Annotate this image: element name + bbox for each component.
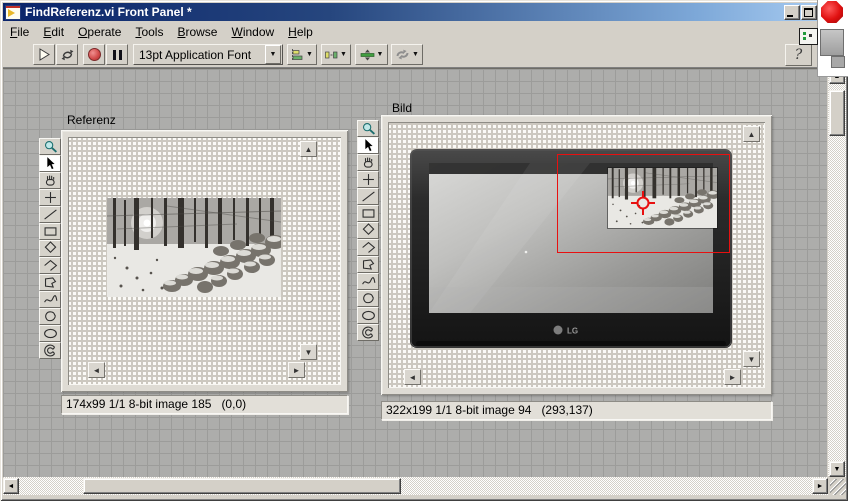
run-continuously-icon <box>60 48 75 62</box>
oval-tool-button[interactable] <box>39 325 61 342</box>
labview-app-icon <box>5 5 21 20</box>
polyline-tool-button[interactable] <box>357 239 379 256</box>
bild-image-display: LG ▲ ▼ <box>381 115 772 395</box>
chevron-down-icon: ▼ <box>340 51 347 58</box>
horizontal-scroll-thumb[interactable] <box>83 478 401 494</box>
bild-status-bar: 322x199 1/1 8-bit image 94 (293,137) <box>381 401 772 420</box>
distribute-objects-icon <box>325 49 338 61</box>
referenz-image-display: ▲ ▼ ◄ ► <box>61 130 348 392</box>
referenz-status-bar: 174x99 1/1 8-bit image 185 (0,0) <box>61 395 348 414</box>
vertical-scroll-thumb[interactable] <box>829 90 845 136</box>
chevron-down-icon: ▼ <box>377 51 384 58</box>
pause-icon <box>113 50 116 60</box>
menu-edit[interactable]: Edit <box>36 23 71 41</box>
annulus-tool-button[interactable] <box>357 324 379 341</box>
align-objects-button[interactable]: ▼ <box>287 44 317 65</box>
reorder-button[interactable]: ▼ <box>391 44 423 65</box>
rectangle-tool-button[interactable] <box>39 223 61 240</box>
title-bar[interactable]: FindReferenz.vi Front Panel * <box>3 3 819 21</box>
referenz-image <box>107 198 281 297</box>
freehand-line-tool-button[interactable] <box>39 291 61 308</box>
maximize-button[interactable] <box>801 5 817 20</box>
selection-tool-button[interactable] <box>357 137 379 154</box>
chevron-down-icon[interactable]: ▼ <box>265 45 281 64</box>
menu-help[interactable]: Help <box>281 23 320 41</box>
scroll-down-button[interactable]: ▼ <box>743 351 760 367</box>
line-tool-button[interactable] <box>357 188 379 205</box>
help-button[interactable]: ? <box>785 44 812 66</box>
zoom-tool-button[interactable] <box>357 120 379 137</box>
window-resize-grip[interactable] <box>828 477 846 495</box>
pan-tool-button[interactable] <box>39 172 61 189</box>
abort-icon <box>88 48 101 61</box>
scroll-right-button[interactable]: ► <box>724 369 741 385</box>
chevron-down-icon: ▼ <box>412 51 419 58</box>
tv-brand-text: LG <box>567 327 578 336</box>
resize-objects-button[interactable]: ▼ <box>355 44 388 65</box>
bild-viewport[interactable]: LG ▲ ▼ <box>388 122 765 388</box>
scroll-left-button[interactable]: ◄ <box>88 362 105 378</box>
window-vertical-scrollbar[interactable]: ▲ ▼ <box>828 68 846 477</box>
menu-bar: FileEditOperateToolsBrowseWindowHelp <box>3 22 819 42</box>
menu-window[interactable]: Window <box>224 23 281 41</box>
freehand-region-tool-button[interactable] <box>39 308 61 325</box>
recorder-secondary-button[interactable] <box>831 56 845 68</box>
window-horizontal-scrollbar[interactable]: ◄ ► <box>3 477 828 495</box>
front-panel-workspace: Referenz ▲ ▼ ◄ ► 174x99 1/1 8-bit image … <box>3 68 827 478</box>
freehand-region-tool-button[interactable] <box>357 290 379 307</box>
reorder-icon <box>395 48 410 61</box>
window-title: FindReferenz.vi Front Panel * <box>25 5 783 19</box>
scroll-left-button[interactable]: ◄ <box>404 369 421 385</box>
annulus-tool-button[interactable] <box>39 342 61 359</box>
polygon-tool-button[interactable] <box>39 274 61 291</box>
font-selector[interactable]: 13pt Application Font ▼ <box>133 44 283 65</box>
menu-tools[interactable]: Tools <box>128 23 170 41</box>
menu-file[interactable]: File <box>3 23 36 41</box>
referenz-viewport[interactable]: ▲ ▼ ◄ ► <box>68 137 341 385</box>
abort-button[interactable] <box>83 44 105 65</box>
align-objects-icon <box>291 49 304 61</box>
referenz-tool-palette <box>39 138 63 359</box>
pause-button[interactable] <box>106 44 128 65</box>
scroll-right-button[interactable]: ► <box>288 362 305 378</box>
run-button[interactable] <box>33 44 55 65</box>
selection-tool-button[interactable] <box>39 155 61 172</box>
scroll-down-button[interactable]: ▼ <box>829 461 845 477</box>
oval-tool-button[interactable] <box>357 307 379 324</box>
scroll-right-button[interactable]: ► <box>812 478 828 494</box>
distribute-objects-button[interactable]: ▼ <box>321 44 351 65</box>
scroll-left-button[interactable]: ◄ <box>3 478 19 494</box>
rotated-rect-tool-button[interactable] <box>357 222 379 239</box>
toolbar: 13pt Application Font ▼ ▼ ▼ <box>3 42 825 68</box>
menu-operate[interactable]: Operate <box>71 23 128 41</box>
scroll-up-button[interactable]: ▲ <box>300 141 317 157</box>
freehand-line-tool-button[interactable] <box>357 273 379 290</box>
bild-tool-palette <box>357 120 381 341</box>
point-tool-button[interactable] <box>39 189 61 206</box>
pan-tool-button[interactable] <box>357 154 379 171</box>
resize-objects-icon <box>360 49 375 61</box>
referenz-label: Referenz <box>67 113 116 127</box>
scroll-up-button[interactable]: ▲ <box>743 126 760 142</box>
scroll-down-button[interactable]: ▼ <box>300 344 317 360</box>
labview-front-panel-window: FindReferenz.vi Front Panel * FileEditOp… <box>0 0 848 501</box>
match-crosshair-icon <box>628 188 658 218</box>
rotated-rect-tool-button[interactable] <box>39 240 61 257</box>
run-icon <box>37 47 52 62</box>
line-tool-button[interactable] <box>39 206 61 223</box>
bild-label: Bild <box>392 101 412 115</box>
zoom-tool-button[interactable] <box>39 138 61 155</box>
recorder-stop-button[interactable] <box>820 29 844 56</box>
polyline-tool-button[interactable] <box>39 257 61 274</box>
run-continuously-button[interactable] <box>56 44 78 65</box>
menu-browse[interactable]: Browse <box>170 23 224 41</box>
recorder-mini-window-icon <box>799 28 818 45</box>
font-selector-value: 13pt Application Font <box>134 48 265 62</box>
point-tool-button[interactable] <box>357 171 379 188</box>
chevron-down-icon: ▼ <box>306 51 313 58</box>
minimize-button[interactable] <box>784 5 800 20</box>
polygon-tool-button[interactable] <box>357 256 379 273</box>
rectangle-tool-button[interactable] <box>357 205 379 222</box>
